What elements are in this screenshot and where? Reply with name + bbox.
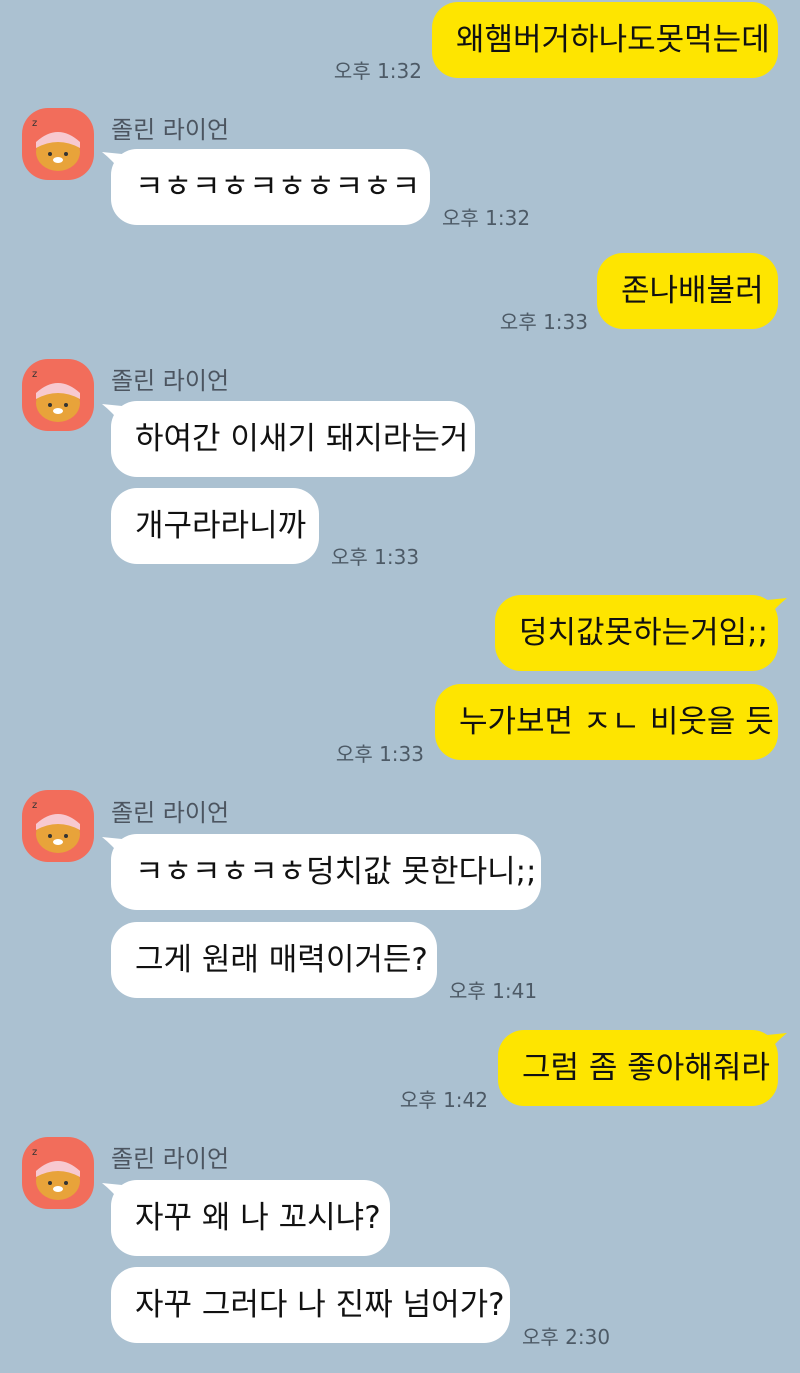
sleepy-ryan-avatar-icon: z [32,369,80,422]
message-bubble-sent[interactable]: 덩치값못하는거임;; [495,595,778,671]
message-bubble-sent[interactable]: 그럼 좀 좋아해줘라 [498,1030,778,1106]
svg-text:z: z [32,118,37,129]
message-text: ㅋㅎㅋㅎㅋㅎ덩치값 못한다니;; [135,854,537,890]
message-text: 개구라라니까 [135,508,307,544]
message-bubble-received[interactable]: 하여간 이새기 돼지라는거 [111,401,475,477]
message-time: 오후 1:42 [399,1088,488,1112]
message-text: 하여간 이새기 돼지라는거 [135,421,469,457]
message-time: 오후 1:33 [335,742,424,766]
message-text: 왜햄버거하나도못먹는데 [456,22,770,58]
message-text: 그럼 좀 좋아해줘라 [522,1050,770,1086]
message-text: ㅋㅎㅋㅎㅋㅎㅎㅋㅎㅋ [135,169,421,205]
sleepy-ryan-avatar-icon: z [32,118,80,171]
message-text: 누가보면 ㅈㄴ 비웃을 듯 [459,704,774,740]
message-text: 그게 원래 매력이거든? [135,942,428,978]
message-bubble-received[interactable]: ㅋㅎㅋㅎㅋㅎ덩치값 못한다니;; [111,834,541,910]
message-bubble-received[interactable]: 자꾸 그러다 나 진짜 넘어가? [111,1267,510,1343]
message-time: 오후 1:32 [442,206,531,230]
message-bubble-received[interactable]: 자꾸 왜 나 꼬시냐? [111,1180,390,1256]
contact-name: 졸린 라이언 [111,116,230,144]
message-time: 오후 1:33 [499,310,588,334]
sleepy-ryan-avatar-icon: z [32,800,80,853]
message-time: 오후 1:41 [449,979,538,1003]
message-bubble-received[interactable]: ㅋㅎㅋㅎㅋㅎㅎㅋㅎㅋ [111,149,430,225]
message-time: 오후 1:33 [331,545,420,569]
message-bubble-sent[interactable]: 존나배불러 [597,253,778,329]
message-text: 덩치값못하는거임;; [519,615,769,651]
message-bubble-sent[interactable]: 누가보면 ㅈㄴ 비웃을 듯 [435,684,778,760]
svg-text:z: z [32,800,37,811]
message-text: 존나배불러 [621,273,764,309]
sleepy-ryan-avatar-icon: z [32,1147,80,1200]
contact-avatar[interactable]: z [22,108,94,180]
contact-avatar[interactable]: z [22,1137,94,1209]
svg-text:z: z [32,1147,37,1158]
message-bubble-received[interactable]: 개구라라니까 [111,488,319,564]
contact-name: 졸린 라이언 [111,799,230,827]
message-time: 오후 1:32 [333,59,422,83]
contact-avatar[interactable]: z [22,359,94,431]
message-bubble-received[interactable]: 그게 원래 매력이거든? [111,922,437,998]
contact-name: 졸린 라이언 [111,367,230,395]
contact-name: 졸린 라이언 [111,1145,230,1173]
message-text: 자꾸 왜 나 꼬시냐? [135,1200,381,1236]
svg-text:z: z [32,369,37,380]
message-time: 오후 2:30 [522,1325,611,1349]
message-text: 자꾸 그러다 나 진짜 넘어가? [135,1287,505,1323]
contact-avatar[interactable]: z [22,790,94,862]
message-bubble-sent[interactable]: 왜햄버거하나도못먹는데 [432,2,778,78]
